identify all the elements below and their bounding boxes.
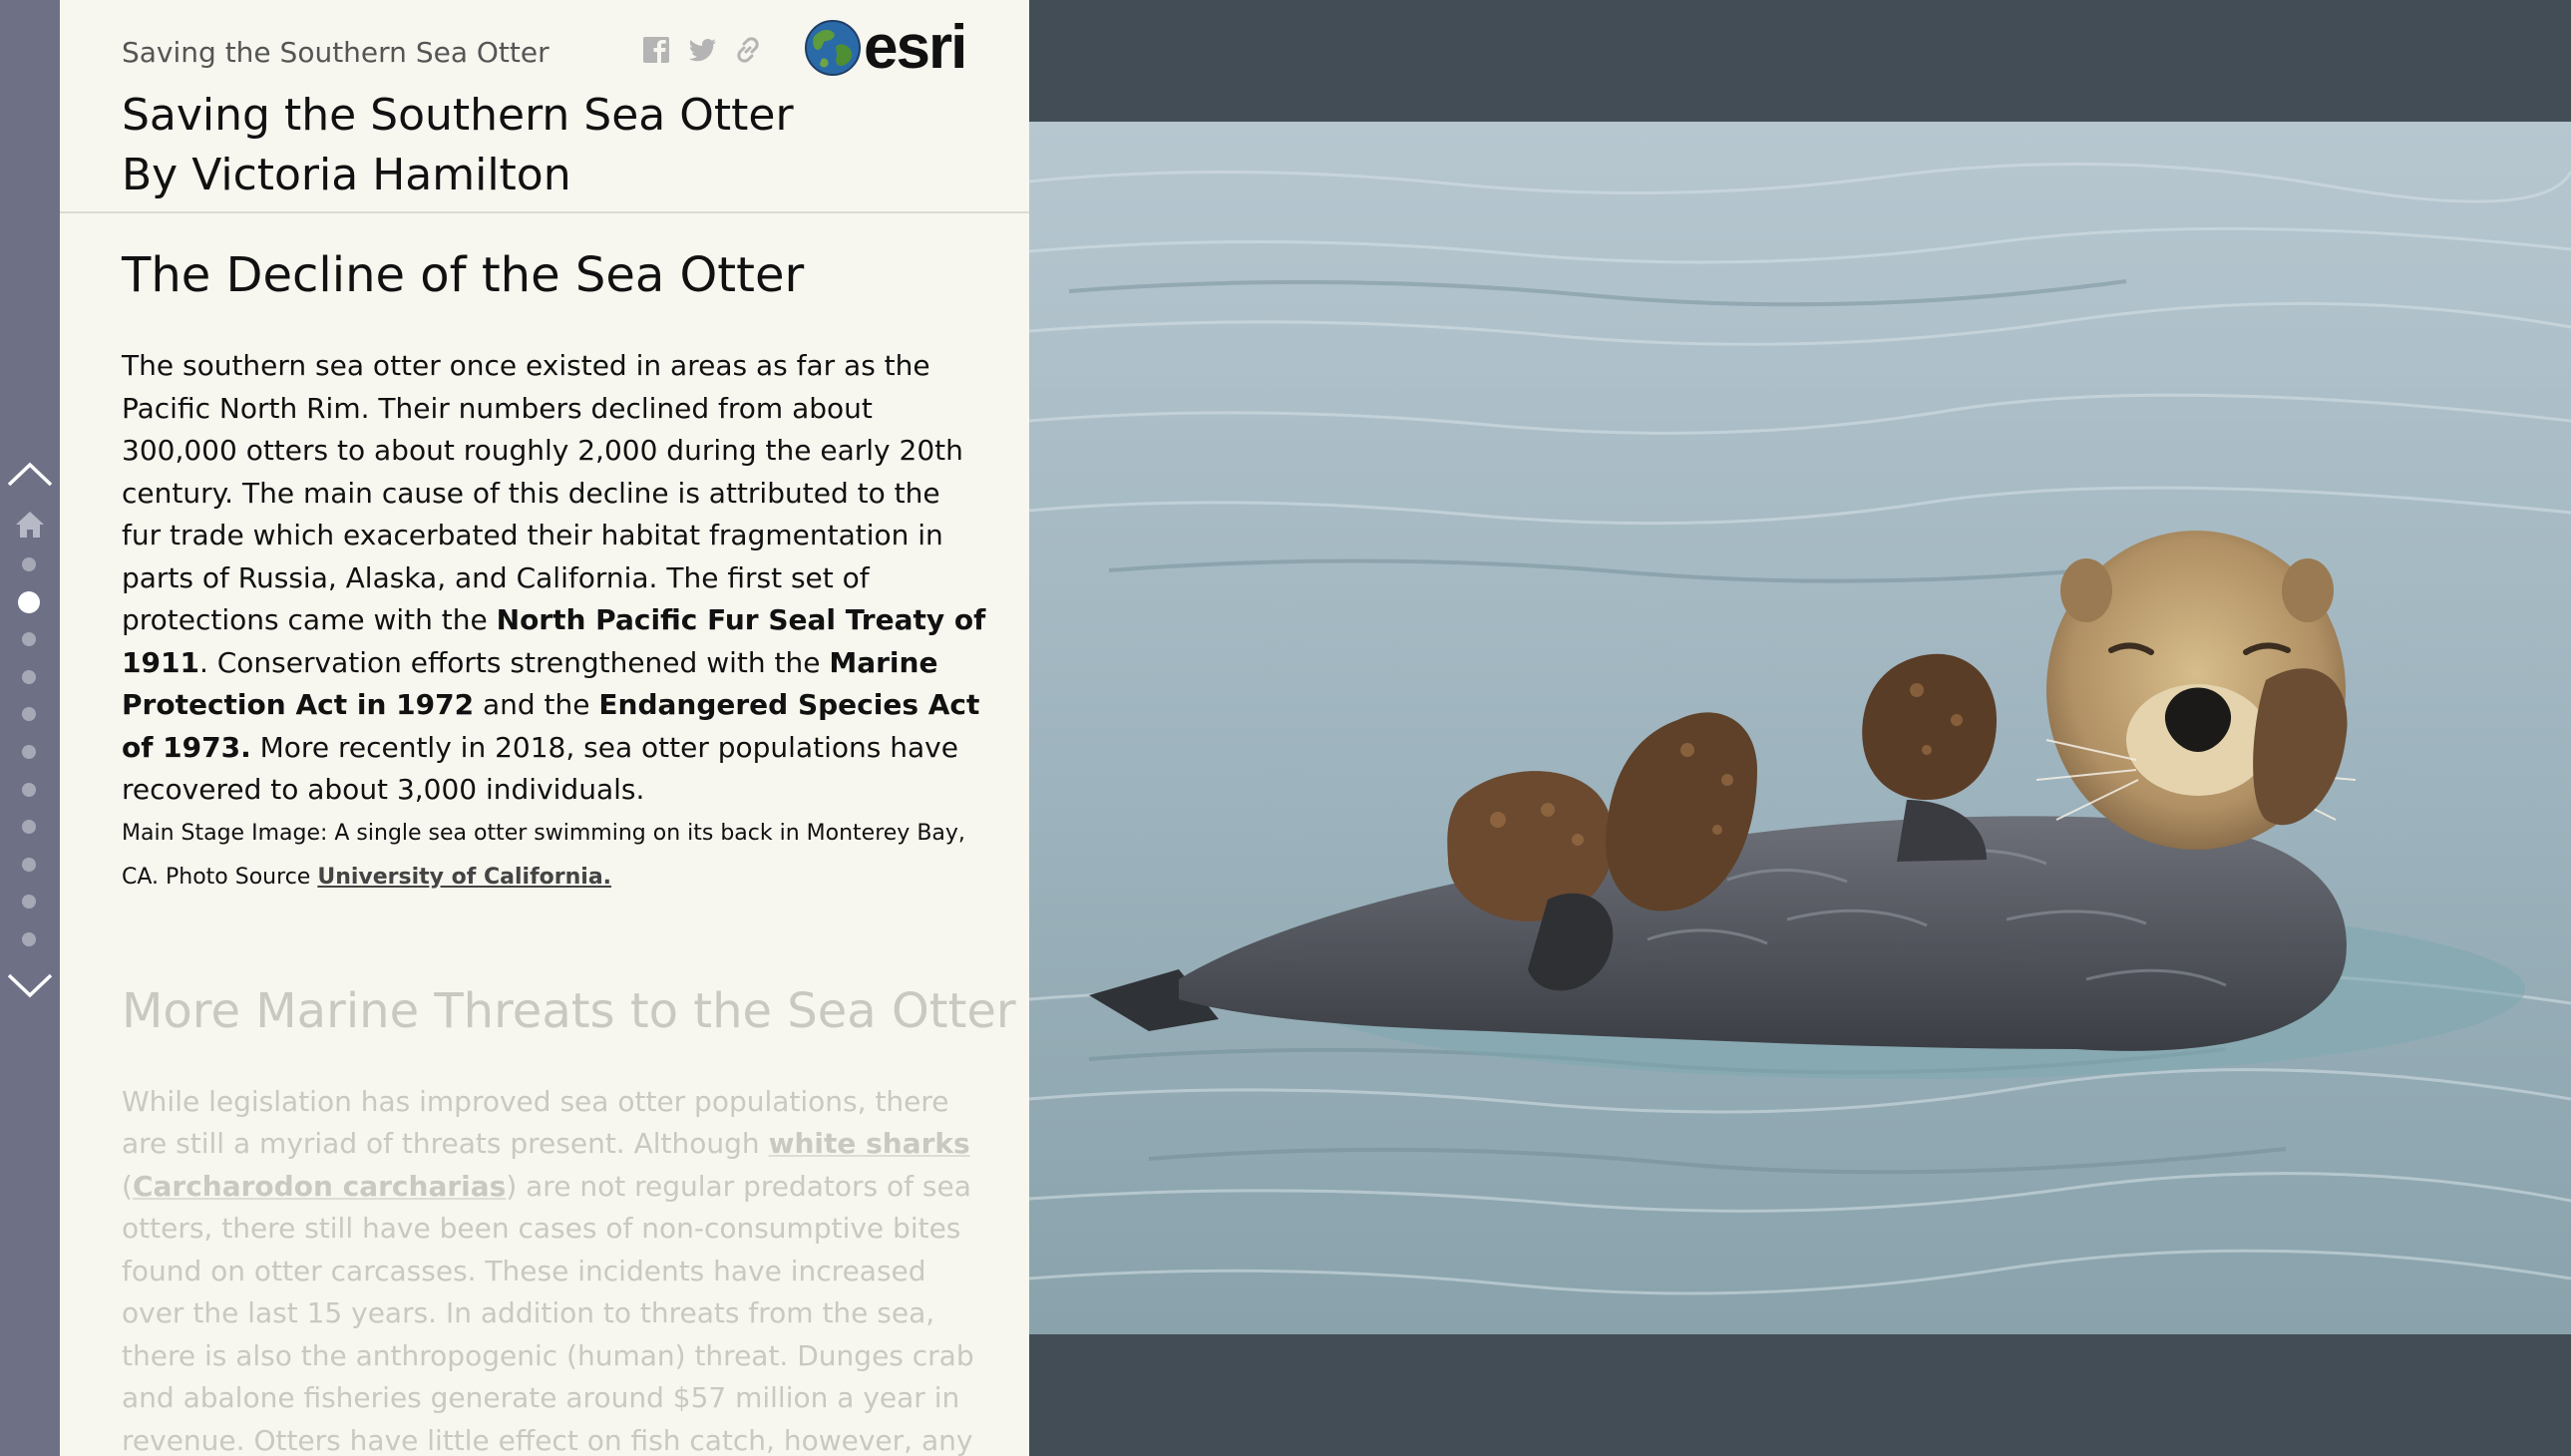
home-icon[interactable] [14,509,46,541]
nav-dot[interactable] [22,707,36,722]
nav-dot[interactable] [22,632,36,647]
nav-dot[interactable] [22,895,36,910]
story-title: Saving the Southern Sea Otter By Victori… [122,86,794,205]
nav-dot[interactable] [22,857,36,872]
nav-dot[interactable] [22,782,36,797]
section-heading: More Marine Threats to the Sea Otter [122,982,1016,1039]
esri-logo[interactable]: esri [804,13,967,82]
section-heading: The Decline of the Sea Otter [122,247,805,303]
story-author: By Victoria Hamilton [122,150,571,200]
twitter-icon[interactable] [686,34,718,66]
image-caption: Main Stage Image: A single sea otter swi… [122,820,965,890]
share-icons [640,34,764,66]
globe-icon [805,20,861,76]
source-link[interactable]: University of California. [317,865,611,890]
panel-header: Saving the Southern Sea Otter esri Savin… [60,0,1029,213]
chevron-up-icon[interactable] [5,455,55,495]
panel-content: The Decline of the Sea Otter The souther… [122,213,1016,1456]
section-decline: The Decline of the Sea Otter The souther… [122,245,987,900]
header-story-title: Saving the Southern Sea Otter [122,36,550,69]
story-navigation [0,0,60,1456]
section-paragraph: The southern sea otter once existed in a… [122,349,986,806]
nav-dot[interactable] [22,669,36,684]
nav-dot[interactable] [22,557,36,571]
nav-dot[interactable] [22,820,36,835]
carcharodon-link[interactable]: Carcharodon carcharias [133,1170,506,1203]
section-threats: More Marine Threats to the Sea Otter Whi… [122,981,1016,1456]
chevron-down-icon[interactable] [5,965,55,1005]
esri-logo-text: esri [864,13,967,82]
side-panel: Saving the Southern Sea Otter esri Savin… [60,0,1029,1456]
main-stage-image [1029,122,2571,1334]
nav-dot[interactable] [18,590,40,613]
section-paragraph: While legislation has improved sea otter… [122,1084,974,1456]
sea-otter-photo [1029,122,2571,1334]
link-icon[interactable] [732,34,764,66]
nav-dot[interactable] [22,745,36,759]
story-title-line: Saving the Southern Sea Otter [122,90,794,141]
white-sharks-link[interactable]: white sharks [769,1127,970,1160]
facebook-icon[interactable] [640,34,672,66]
nav-dot[interactable] [22,932,36,946]
